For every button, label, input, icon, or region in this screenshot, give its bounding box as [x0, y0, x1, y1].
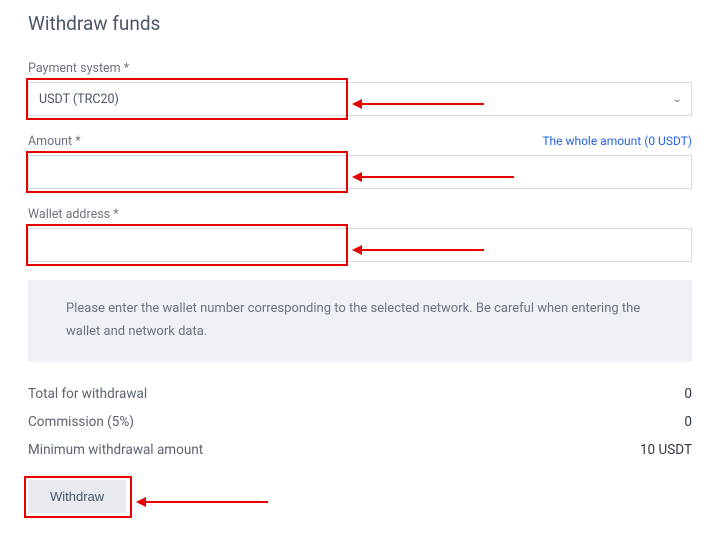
- wallet-input[interactable]: [28, 228, 692, 262]
- min-value: 10 USDT: [640, 442, 692, 458]
- withdraw-button[interactable]: Withdraw: [28, 480, 126, 513]
- info-message: Please enter the wallet number correspon…: [28, 280, 692, 362]
- wallet-label: Wallet address *: [28, 207, 692, 222]
- amount-input[interactable]: [28, 155, 692, 189]
- arrow-annotation: [138, 497, 268, 507]
- total-value: 0: [684, 386, 692, 402]
- page-title: Withdraw funds: [28, 12, 692, 35]
- chevron-down-icon: ⌄: [671, 94, 682, 105]
- amount-label: Amount *: [28, 134, 81, 149]
- payment-system-label: Payment system *: [28, 61, 692, 76]
- payment-system-value: USDT (TRC20): [39, 92, 119, 107]
- commission-label: Commission (5%): [28, 414, 134, 430]
- whole-amount-link[interactable]: The whole amount (0 USDT): [542, 134, 692, 148]
- min-label: Minimum withdrawal amount: [28, 442, 203, 458]
- total-label: Total for withdrawal: [28, 386, 147, 402]
- commission-value: 0: [684, 414, 692, 430]
- payment-system-select[interactable]: USDT (TRC20) ⌄: [28, 82, 692, 116]
